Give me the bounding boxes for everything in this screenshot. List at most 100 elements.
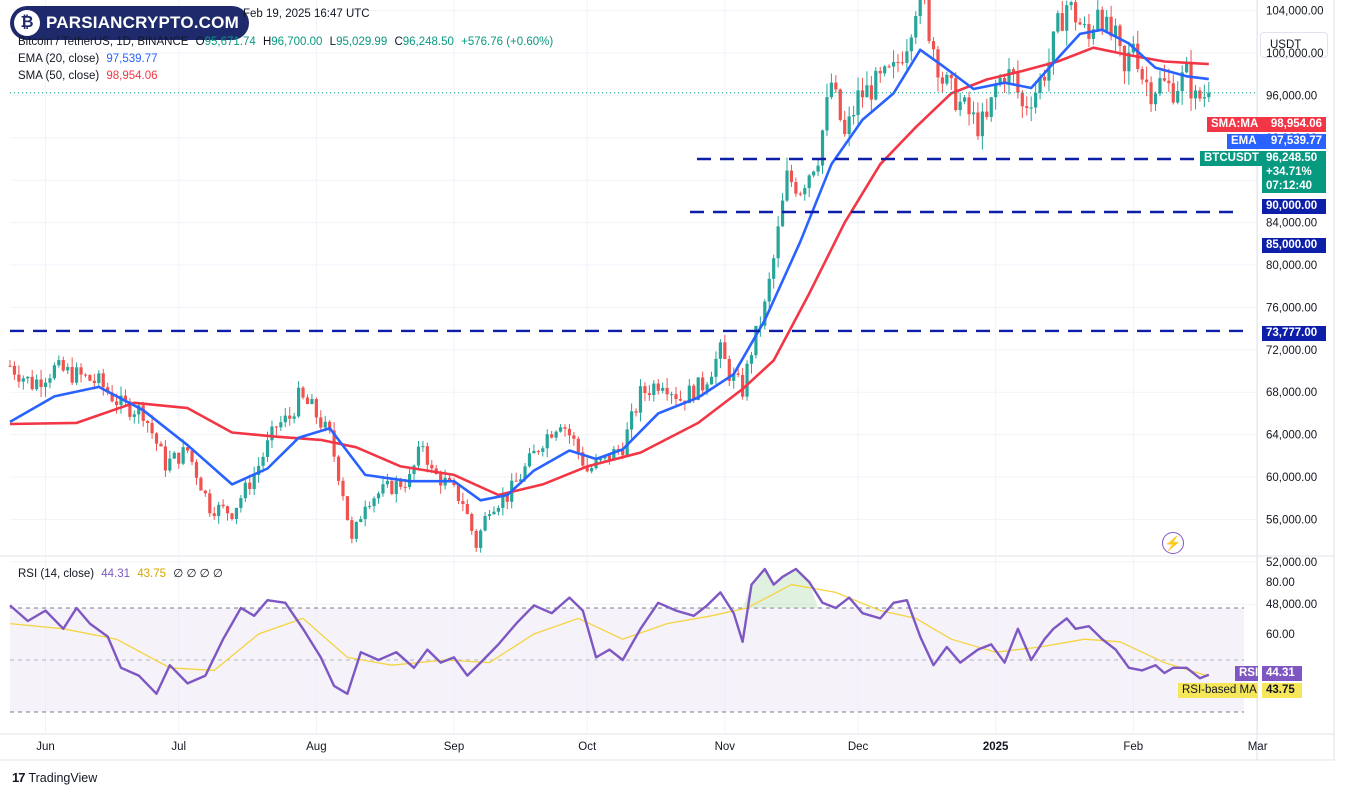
candle-body bbox=[590, 468, 594, 472]
candle-body bbox=[550, 434, 554, 438]
candle-body bbox=[878, 70, 882, 74]
candle-body bbox=[1202, 97, 1206, 99]
candle-up bbox=[26, 376, 30, 384]
candle-down bbox=[1189, 49, 1193, 111]
ema-legend[interactable]: EMA (20, close) 97,539.77 bbox=[18, 53, 158, 65]
candle-body bbox=[172, 452, 176, 459]
candle-body bbox=[945, 74, 949, 84]
candle-up bbox=[48, 373, 52, 389]
candle-up bbox=[385, 473, 389, 488]
candle-up bbox=[820, 129, 825, 174]
candle-body bbox=[803, 188, 807, 195]
candle-down bbox=[61, 356, 65, 373]
candle-body bbox=[865, 85, 869, 98]
candle-down bbox=[887, 64, 891, 69]
candle-body bbox=[39, 379, 43, 388]
candle-up bbox=[1096, 0, 1100, 32]
candle-body bbox=[483, 516, 487, 531]
candle-body bbox=[1118, 25, 1122, 47]
candle-up bbox=[1127, 41, 1131, 85]
candle-down bbox=[30, 370, 34, 391]
candle-body bbox=[487, 514, 492, 517]
candle-body bbox=[572, 435, 576, 439]
candle-body bbox=[83, 374, 88, 376]
candle-down bbox=[154, 432, 159, 452]
candle-down bbox=[83, 373, 88, 378]
candle-down bbox=[924, 0, 926, 5]
candle-down bbox=[208, 489, 212, 517]
candle-body bbox=[421, 446, 425, 448]
candle-body bbox=[834, 82, 838, 90]
currency-button[interactable]: USDT bbox=[1260, 32, 1328, 58]
candle-down bbox=[1162, 64, 1166, 82]
rsi-legend[interactable]: RSI (14, close) 44.31 43.75 ∅ ∅ ∅ ∅ bbox=[18, 566, 223, 580]
candle-up bbox=[1193, 85, 1198, 110]
candle-body bbox=[496, 507, 500, 512]
candle-body bbox=[780, 200, 785, 227]
candle-body bbox=[1122, 46, 1127, 72]
candle-down bbox=[789, 164, 794, 187]
candle-body bbox=[439, 473, 443, 486]
candle-body bbox=[1060, 13, 1064, 31]
rsi-ma-tag: RSI-based MA bbox=[1178, 683, 1258, 698]
candle-body bbox=[772, 258, 776, 279]
candle-body bbox=[221, 504, 225, 507]
candle-body bbox=[248, 482, 252, 490]
candle-body bbox=[954, 78, 958, 111]
candle-body bbox=[199, 477, 203, 491]
time-tick-label: Dec bbox=[848, 741, 869, 753]
candle-down bbox=[461, 492, 465, 511]
candle-up bbox=[780, 192, 785, 227]
candle-body bbox=[154, 433, 159, 444]
candle-body bbox=[838, 89, 842, 120]
price-tick-label: 80,000.00 bbox=[1266, 260, 1317, 272]
symbol-legend[interactable]: Bitcoin / TetherUS, 1D, BINANCE O95,671.… bbox=[18, 36, 553, 48]
candle-down bbox=[345, 495, 350, 521]
candle-body bbox=[385, 480, 389, 485]
candle-body bbox=[776, 226, 780, 259]
candle-body bbox=[217, 504, 221, 517]
rsi-overbought-fill bbox=[742, 569, 819, 608]
candle-down bbox=[723, 334, 727, 360]
candle-body bbox=[994, 84, 998, 98]
candle-up bbox=[980, 102, 984, 150]
price-tick-label: 56,000.00 bbox=[1266, 514, 1317, 526]
chart-canvas[interactable]: 108,000.00104,000.00100,000.0096,000.009… bbox=[0, 0, 1345, 796]
candle-body bbox=[789, 170, 794, 183]
lightning-icon[interactable]: ⚡ bbox=[1162, 532, 1184, 554]
tradingview-brand[interactable]: 17 TradingView bbox=[12, 770, 97, 785]
candle-down bbox=[1016, 60, 1020, 99]
candle-body bbox=[350, 520, 354, 539]
candle-down bbox=[141, 401, 145, 427]
candle-body bbox=[336, 456, 341, 481]
candle-up bbox=[541, 445, 545, 457]
candle-body bbox=[168, 458, 172, 471]
candle-down bbox=[203, 489, 207, 497]
candle-body bbox=[394, 480, 398, 495]
sma-legend[interactable]: SMA (50, close) 98,954.06 bbox=[18, 70, 158, 82]
candle-body bbox=[146, 420, 150, 424]
rsi-legend-label: RSI (14, close) bbox=[18, 568, 95, 580]
candle-body bbox=[345, 496, 350, 521]
candle-body bbox=[914, 16, 918, 38]
candle-body bbox=[163, 446, 167, 471]
candle-body bbox=[563, 427, 567, 429]
candle-body bbox=[576, 438, 580, 453]
candle-body bbox=[1198, 90, 1202, 99]
candle-body bbox=[425, 446, 429, 465]
candle-up bbox=[1029, 96, 1033, 122]
candle-down bbox=[425, 442, 429, 473]
candle-down bbox=[225, 505, 230, 521]
candle-body bbox=[150, 423, 154, 434]
candle-up bbox=[825, 83, 829, 137]
candle-up bbox=[963, 94, 967, 105]
candle-up bbox=[1207, 82, 1211, 103]
candle-body bbox=[949, 74, 953, 79]
candle-up bbox=[914, 11, 918, 45]
candle-body bbox=[470, 513, 474, 531]
candle-down bbox=[505, 495, 509, 510]
candle-body bbox=[909, 37, 913, 52]
logo-text: PARSIANCRYPTO.COM bbox=[46, 13, 239, 32]
candle-body bbox=[1149, 82, 1153, 105]
candle-down bbox=[643, 382, 647, 402]
